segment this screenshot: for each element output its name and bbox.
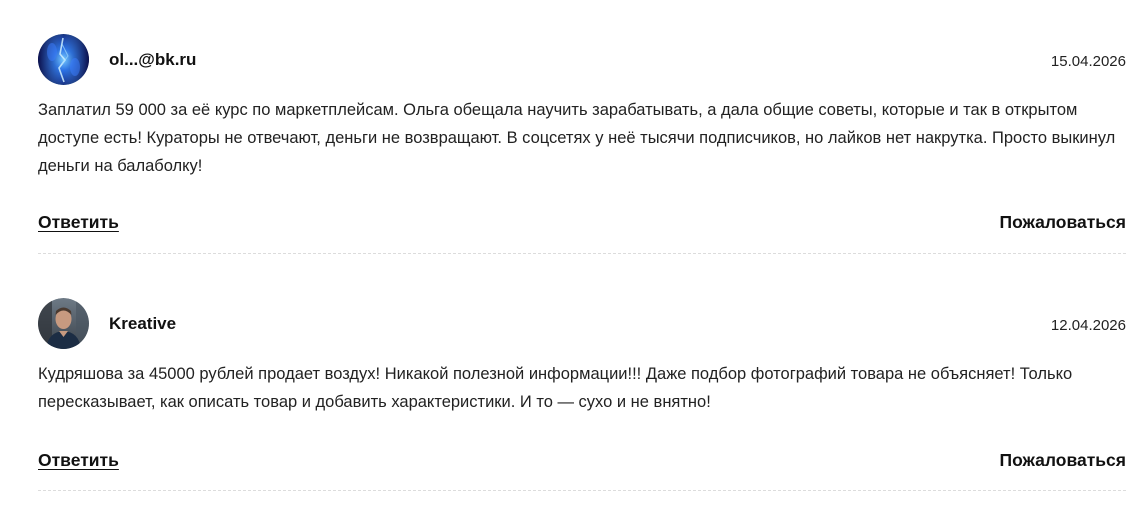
comment-author: Kreative — [109, 314, 177, 333]
comment-item: Kreative 12.04.2026 Кудряшова за 45000 р… — [38, 298, 1126, 492]
comments-list: ol...@bk.ru 15.04.2026 Заплатил 59 000 з… — [0, 0, 1143, 514]
comment-divider — [38, 490, 1126, 491]
comment-date: 12.04.2026 — [1050, 317, 1126, 334]
user-avatar — [38, 34, 89, 85]
complain-link[interactable]: Пожаловаться — [1000, 211, 1127, 233]
comment-divider — [38, 253, 1126, 254]
user-avatar — [38, 298, 89, 349]
reply-link[interactable]: Ответить — [38, 449, 119, 471]
comment-date: 15.04.2026 — [1050, 53, 1126, 70]
complain-link[interactable]: Пожаловаться — [1000, 449, 1127, 471]
comment-author: ol...@bk.ru — [109, 50, 197, 69]
reply-link[interactable]: Ответить — [38, 211, 119, 233]
blue-abstract-avatar-icon — [38, 34, 89, 85]
man-photo-avatar-icon — [38, 298, 89, 349]
comment-text: Кудряшова за 45000 рублей продает воздух… — [38, 365, 1073, 411]
comment-text: Заплатил 59 000 за её курс по маркетплей… — [38, 101, 1116, 175]
comment-item: ol...@bk.ru 15.04.2026 Заплатил 59 000 з… — [38, 34, 1126, 254]
